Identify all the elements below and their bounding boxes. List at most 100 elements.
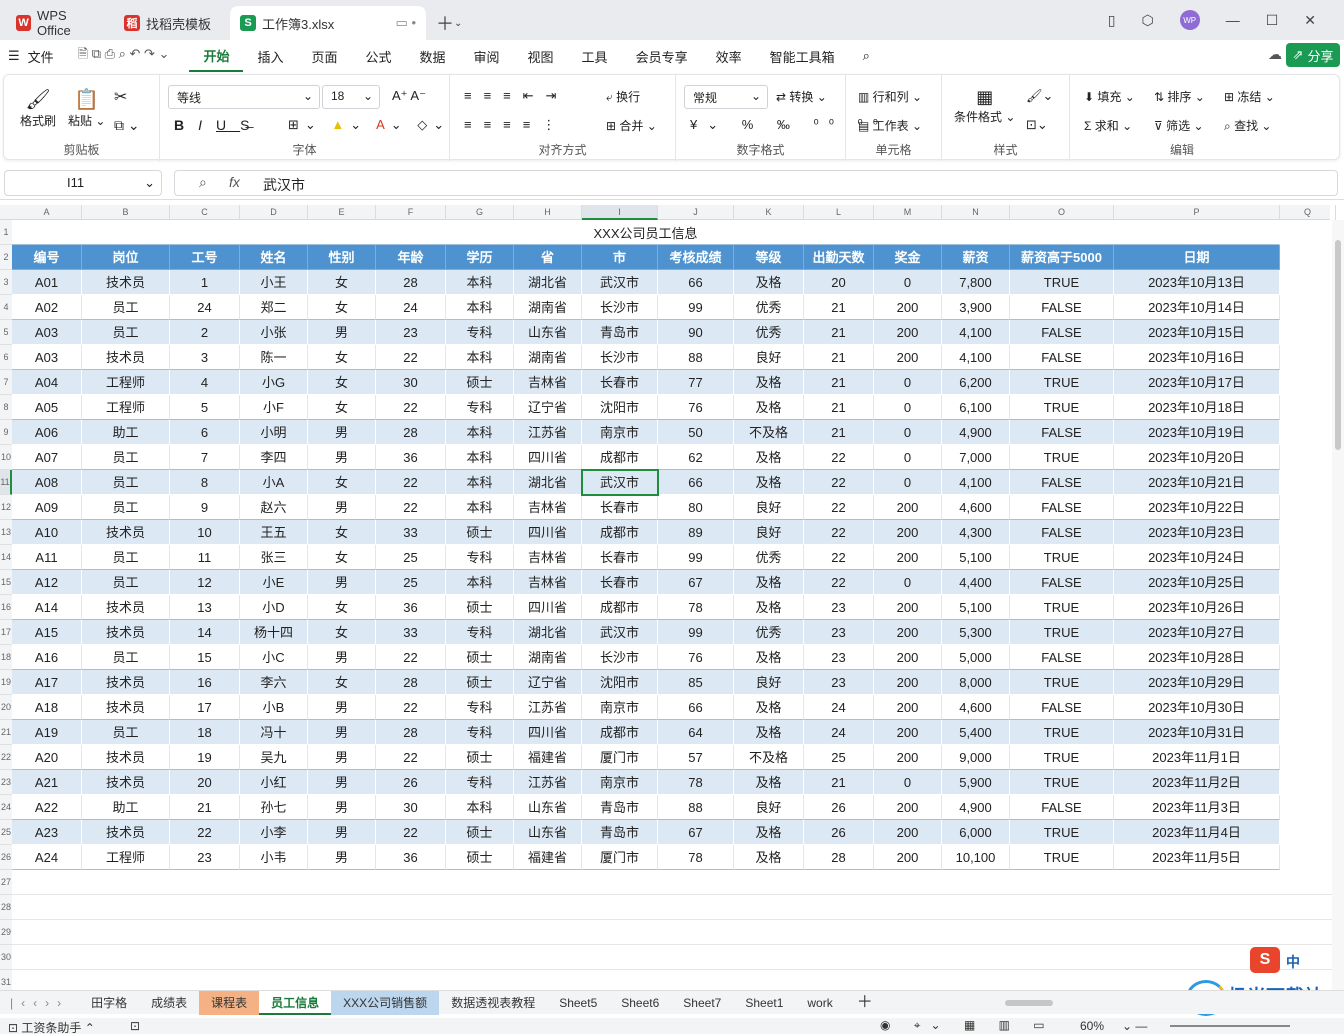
table-cell[interactable]: 200 — [874, 595, 942, 620]
table-cell[interactable]: 67 — [658, 820, 734, 845]
table-cell[interactable]: 本科 — [446, 420, 514, 445]
table-cell[interactable]: 技术员 — [82, 270, 170, 295]
table-header-cell[interactable]: 奖金 — [874, 245, 942, 270]
cell-style-icon[interactable]: 🖌⌄ — [1026, 88, 1053, 104]
table-cell[interactable]: 99 — [658, 620, 734, 645]
table-cell[interactable]: 67 — [658, 570, 734, 595]
table-cell[interactable]: 8 — [170, 470, 240, 495]
sum-button[interactable]: Σ 求和 ⌄ — [1084, 117, 1132, 134]
menu-tab[interactable]: 审阅 — [460, 40, 514, 72]
table-cell[interactable]: A07 — [12, 445, 82, 470]
table-cell[interactable]: 男 — [308, 320, 376, 345]
table-cell[interactable]: 优秀 — [734, 545, 804, 570]
vertical-scrollbar[interactable] — [1332, 220, 1344, 990]
table-cell[interactable]: A09 — [12, 495, 82, 520]
table-cell[interactable]: 2023年10月21日 — [1114, 470, 1280, 495]
table-cell[interactable]: 28 — [376, 420, 446, 445]
sheet-tab[interactable]: 田字格 — [79, 991, 139, 1015]
column-header[interactable]: H — [514, 205, 582, 220]
table-cell[interactable]: 64 — [658, 720, 734, 745]
merge-button[interactable]: ⊞ 合并 ⌄ — [606, 117, 657, 134]
table-cell[interactable]: 本科 — [446, 470, 514, 495]
table-cell[interactable]: 福建省 — [514, 845, 582, 870]
table-cell[interactable]: A02 — [12, 295, 82, 320]
row-header[interactable]: 5 — [0, 320, 12, 345]
table-cell[interactable]: 技术员 — [82, 595, 170, 620]
cut-icon[interactable]: ✂ — [114, 87, 127, 107]
column-header[interactable]: B — [82, 205, 170, 220]
table-cell[interactable]: 技术员 — [82, 745, 170, 770]
table-cell[interactable]: 湖南省 — [514, 345, 582, 370]
quick-access-toolbar[interactable]: 🗎 ⧉ ⎙ ⌕ ↶ ↷ ⌄ — [68, 40, 190, 72]
table-cell[interactable]: 小C — [240, 645, 308, 670]
table-cell[interactable]: 湖北省 — [514, 270, 582, 295]
table-cell[interactable]: 长春市 — [582, 495, 658, 520]
table-cell[interactable]: 200 — [874, 520, 942, 545]
table-cell[interactable]: 湖南省 — [514, 295, 582, 320]
table-cell[interactable]: 女 — [308, 270, 376, 295]
menu-tab[interactable]: 视图 — [514, 40, 568, 72]
table-cell[interactable]: 硕士 — [446, 845, 514, 870]
table-cell[interactable]: 吉林省 — [514, 370, 582, 395]
table-cell[interactable]: 女 — [308, 520, 376, 545]
table-cell[interactable]: 3 — [170, 345, 240, 370]
table-cell[interactable]: 员工 — [82, 295, 170, 320]
table-cell[interactable]: 湖北省 — [514, 620, 582, 645]
table-cell[interactable]: 25 — [376, 545, 446, 570]
table-cell[interactable]: 辽宁省 — [514, 670, 582, 695]
table-cell[interactable]: 2023年10月22日 — [1114, 495, 1280, 520]
table-cell[interactable]: A16 — [12, 645, 82, 670]
table-cell[interactable]: A20 — [12, 745, 82, 770]
table-cell[interactable]: 本科 — [446, 270, 514, 295]
table-cell[interactable]: 4,400 — [942, 570, 1010, 595]
table-header-cell[interactable]: 年龄 — [376, 245, 446, 270]
table-cell[interactable]: 200 — [874, 845, 942, 870]
table-cell[interactable]: 16 — [170, 670, 240, 695]
table-cell[interactable]: 24 — [376, 295, 446, 320]
table-cell[interactable]: 本科 — [446, 445, 514, 470]
table-cell[interactable]: 22 — [804, 520, 874, 545]
table-cell[interactable]: 男 — [308, 820, 376, 845]
column-header[interactable]: O — [1010, 205, 1114, 220]
table-header-cell[interactable]: 工号 — [170, 245, 240, 270]
table-cell[interactable]: 200 — [874, 720, 942, 745]
table-cell[interactable]: 及格 — [734, 395, 804, 420]
table-cell[interactable]: 青岛市 — [582, 795, 658, 820]
table-cell[interactable]: 23 — [376, 320, 446, 345]
table-cell[interactable]: 四川省 — [514, 595, 582, 620]
table-cell[interactable]: FALSE — [1010, 570, 1114, 595]
table-cell[interactable]: 专科 — [446, 720, 514, 745]
table-header-cell[interactable]: 日期 — [1114, 245, 1280, 270]
row-header[interactable]: 2 — [0, 245, 12, 270]
row-header[interactable]: 16 — [0, 595, 12, 620]
row-header[interactable]: 23 — [0, 770, 12, 795]
table-cell[interactable]: 25 — [376, 570, 446, 595]
table-cell[interactable]: 90 — [658, 320, 734, 345]
vertical-align-buttons[interactable]: ≡≡≡⇤⇥ — [464, 88, 569, 104]
table-cell[interactable]: 小张 — [240, 320, 308, 345]
table-cell[interactable]: 200 — [874, 820, 942, 845]
convert-button[interactable]: ⇄ 转换 ⌄ — [776, 88, 827, 105]
table-cell[interactable]: 99 — [658, 545, 734, 570]
table-cell[interactable]: 6 — [170, 420, 240, 445]
table-cell[interactable]: 22 — [170, 820, 240, 845]
table-cell[interactable]: 28 — [376, 720, 446, 745]
table-cell[interactable]: 助工 — [82, 795, 170, 820]
menu-tab[interactable]: 会员专享 — [622, 40, 702, 72]
row-header[interactable]: 14 — [0, 545, 12, 570]
table-cell[interactable]: 21 — [804, 295, 874, 320]
table-cell[interactable]: 5,000 — [942, 645, 1010, 670]
table-cell[interactable]: 硕士 — [446, 670, 514, 695]
table-cell[interactable]: 长沙市 — [582, 645, 658, 670]
wrap-button[interactable]: ⤶ 换行 — [606, 88, 640, 105]
table-cell[interactable]: 78 — [658, 770, 734, 795]
table-cell[interactable]: 男 — [308, 695, 376, 720]
row-header[interactable]: 22 — [0, 745, 12, 770]
row-header[interactable]: 6 — [0, 345, 12, 370]
table-cell[interactable]: 吉林省 — [514, 495, 582, 520]
table-cell[interactable]: 及格 — [734, 370, 804, 395]
table-cell[interactable]: 专科 — [446, 545, 514, 570]
table-cell[interactable]: 硕士 — [446, 520, 514, 545]
table-cell[interactable]: 21 — [804, 370, 874, 395]
table-cell[interactable]: 200 — [874, 695, 942, 720]
